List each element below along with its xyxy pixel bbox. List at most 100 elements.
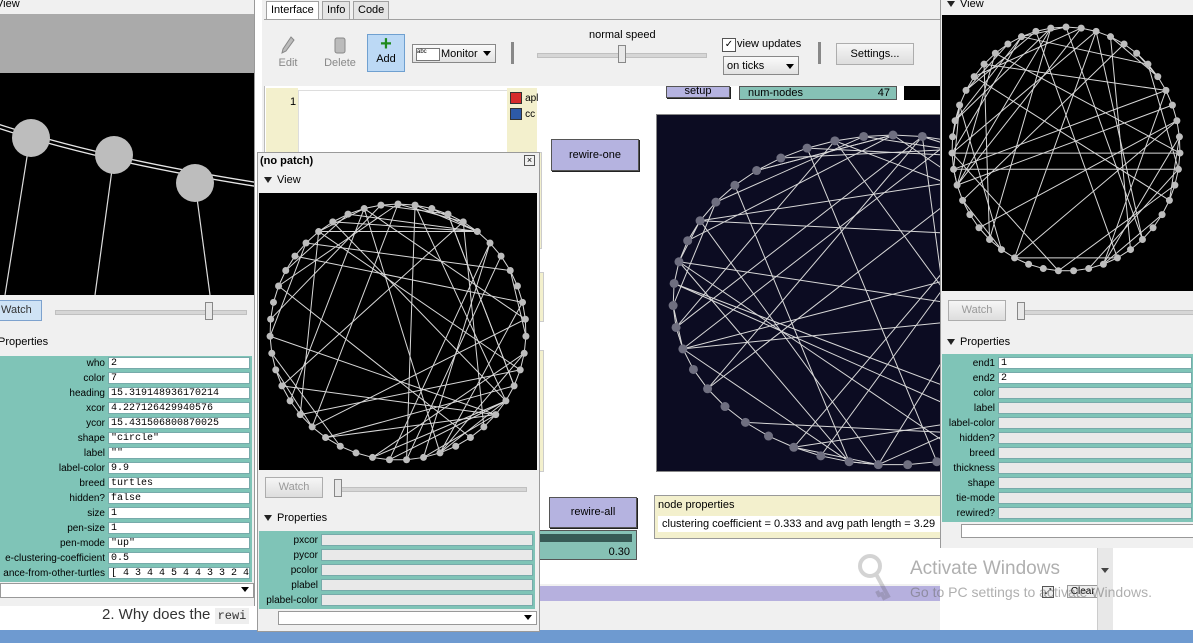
property-value-field[interactable]: 2 [998, 372, 1192, 384]
property-value-field[interactable]: 7 [108, 372, 250, 384]
view-title: View [0, 0, 20, 10]
delete-label: Delete [324, 57, 356, 69]
property-value-field[interactable] [998, 477, 1192, 489]
watch-button[interactable]: Watch [948, 300, 1006, 321]
property-value-field[interactable] [321, 534, 533, 546]
delete-tool[interactable]: Delete [320, 36, 360, 69]
network-node [286, 397, 294, 405]
toolbar-separator [511, 42, 514, 64]
property-value-field[interactable]: "circle" [108, 432, 250, 444]
update-mode-select[interactable]: on ticks [723, 56, 799, 75]
rewire-one-button[interactable]: rewire-one [551, 139, 639, 171]
properties-header[interactable]: Properties [264, 512, 327, 524]
network-node [678, 344, 688, 354]
zoom-slider-thumb[interactable] [205, 302, 213, 320]
view-header[interactable]: View [264, 174, 301, 186]
settings-button[interactable]: Settings... [836, 43, 914, 65]
speed-slider-thumb[interactable] [618, 45, 626, 63]
property-value-field[interactable] [321, 564, 533, 576]
properties-header[interactable]: Properties [0, 336, 48, 348]
property-value-field[interactable] [998, 432, 1192, 444]
edit-tool[interactable]: Edit [274, 36, 302, 69]
properties-header[interactable]: Properties [947, 336, 1010, 348]
property-value-field[interactable] [321, 594, 533, 606]
property-row: end1 1 [942, 356, 1193, 371]
property-value-field[interactable] [998, 492, 1192, 504]
property-value-field[interactable]: 9.9 [108, 462, 250, 474]
title-gray-strip [0, 14, 254, 74]
property-value-field[interactable] [321, 549, 533, 561]
tab-code[interactable]: Code [353, 1, 390, 20]
zoom-slider-thumb[interactable] [334, 479, 342, 497]
zoom-slider[interactable] [335, 487, 527, 492]
property-value-field[interactable]: "" [108, 447, 250, 459]
watch-button[interactable]: Watch [0, 300, 42, 321]
network-node [966, 211, 974, 219]
network-node [510, 382, 518, 390]
properties-title: Properties [960, 336, 1011, 348]
patch-properties: pxcor pycor pcolor plabel plabel-color [259, 533, 535, 611]
property-row: size 1 [0, 506, 252, 521]
network-link [447, 213, 515, 387]
turtle-zoom-view[interactable] [0, 73, 254, 295]
property-value-field[interactable] [998, 417, 1192, 429]
network-node [873, 460, 883, 470]
rewiring-prob-slider[interactable]: 0.30 [537, 530, 637, 560]
network-link [989, 27, 1052, 240]
monitor-title: node properties [658, 499, 735, 511]
property-value-field[interactable] [998, 447, 1192, 459]
zoom-slider[interactable] [55, 310, 247, 315]
zoom-slider-thumb[interactable] [1017, 302, 1025, 320]
turtle-properties: who 2 color 7 heading 15.319148936170214 xcor 4… [0, 356, 252, 582]
link-world-view[interactable] [942, 15, 1193, 291]
property-value-field[interactable]: 15.319148936170214 [108, 387, 250, 399]
property-value-field[interactable]: 1 [108, 507, 250, 519]
property-value-field[interactable] [998, 462, 1192, 474]
property-value-field[interactable]: "up" [108, 537, 250, 549]
speed-label: normal speed [589, 29, 656, 41]
command-input[interactable] [278, 611, 537, 625]
property-value-field[interactable]: 1 [108, 522, 250, 534]
zoom-slider[interactable] [1017, 310, 1193, 315]
property-value-field[interactable] [321, 579, 533, 591]
rewire-all-button[interactable]: rewire-all [549, 497, 637, 528]
num-nodes-label: num-nodes [748, 87, 804, 99]
close-icon[interactable]: × [524, 155, 535, 166]
tab-interface[interactable]: Interface [266, 1, 319, 20]
property-value-field[interactable]: 15.431506800870025 [108, 417, 250, 429]
add-button[interactable]: + Add [367, 34, 405, 72]
property-value-field[interactable]: turtles [108, 477, 250, 489]
property-value-field[interactable] [998, 507, 1192, 519]
network-node [344, 210, 352, 218]
trash-icon [334, 37, 346, 54]
widget-type-select[interactable]: abc Monitor [412, 44, 496, 63]
property-value-field[interactable] [998, 387, 1192, 399]
command-input[interactable] [0, 583, 254, 598]
network-link [834, 140, 943, 183]
property-label: plabel [291, 580, 318, 591]
chevron-down-icon[interactable] [1101, 568, 1109, 573]
command-input[interactable] [961, 524, 1193, 538]
setup-button[interactable]: setup [666, 86, 730, 98]
network-link [715, 136, 864, 203]
view-updates-checkbox[interactable]: ✓ [722, 38, 736, 52]
property-value-field[interactable]: 2 [108, 357, 250, 369]
network-link [707, 136, 923, 390]
property-value-field[interactable]: 4.227126429940576 [108, 402, 250, 414]
main-world-view[interactable] [656, 114, 944, 472]
watch-button[interactable]: Watch [265, 477, 323, 498]
network-node [267, 315, 275, 323]
property-value-field[interactable] [998, 402, 1192, 414]
property-value-field[interactable]: false [108, 492, 250, 504]
tab-info[interactable]: Info [322, 1, 351, 20]
patch-world-view[interactable] [259, 193, 537, 470]
property-value-field[interactable]: 0.5 [108, 552, 250, 564]
property-row: label-color 9.9 [0, 461, 252, 476]
num-nodes-slider[interactable]: num-nodes 47 [739, 86, 897, 100]
view-header[interactable]: View [947, 0, 984, 10]
property-label: label-color [58, 463, 105, 474]
property-label: end1 [972, 358, 995, 369]
network-node [668, 301, 678, 311]
property-value-field[interactable]: [ 4 3 4 4 5 4 4 3 3 2 4] [108, 567, 250, 579]
property-value-field[interactable]: 1 [998, 357, 1192, 369]
